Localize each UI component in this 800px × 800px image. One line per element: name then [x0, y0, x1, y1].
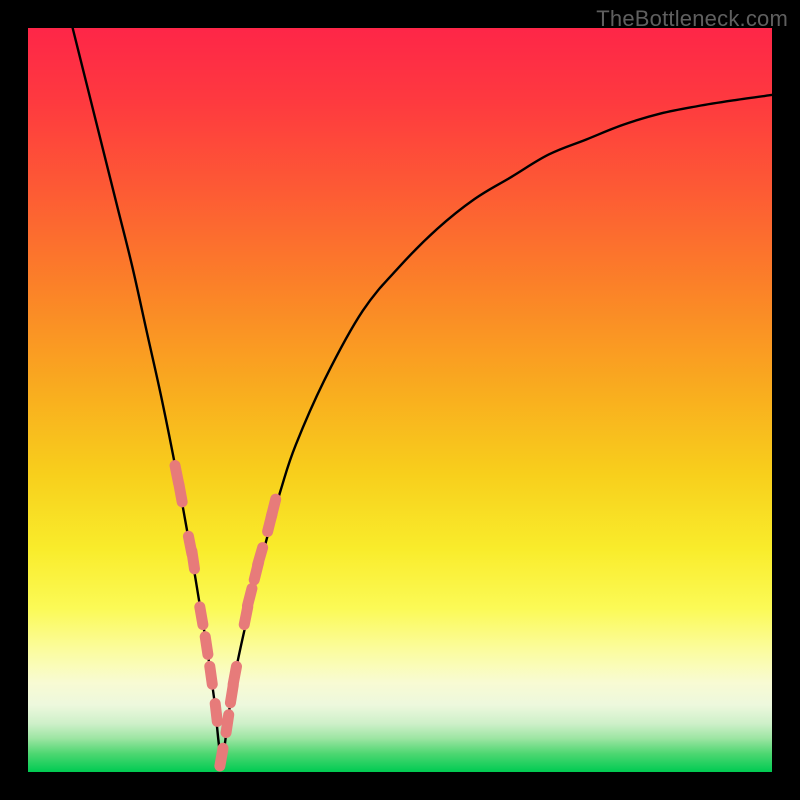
marker-capsule: [215, 704, 217, 722]
marker-capsule: [233, 666, 236, 684]
marker-capsule: [271, 499, 275, 516]
bottleneck-curve: [73, 28, 772, 757]
marker-capsule: [192, 551, 195, 569]
marker-capsule: [210, 666, 212, 684]
marker-capsule: [226, 715, 229, 733]
marker-group: [175, 466, 276, 766]
marker-capsule: [200, 607, 203, 625]
marker-capsule: [258, 548, 263, 565]
curve-layer: [28, 28, 772, 772]
marker-capsule: [220, 748, 223, 766]
marker-capsule: [179, 484, 182, 502]
marker-capsule: [247, 588, 251, 605]
watermark-text: TheBottleneck.com: [596, 6, 788, 32]
marker-capsule: [205, 637, 208, 655]
plot-area: [28, 28, 772, 772]
